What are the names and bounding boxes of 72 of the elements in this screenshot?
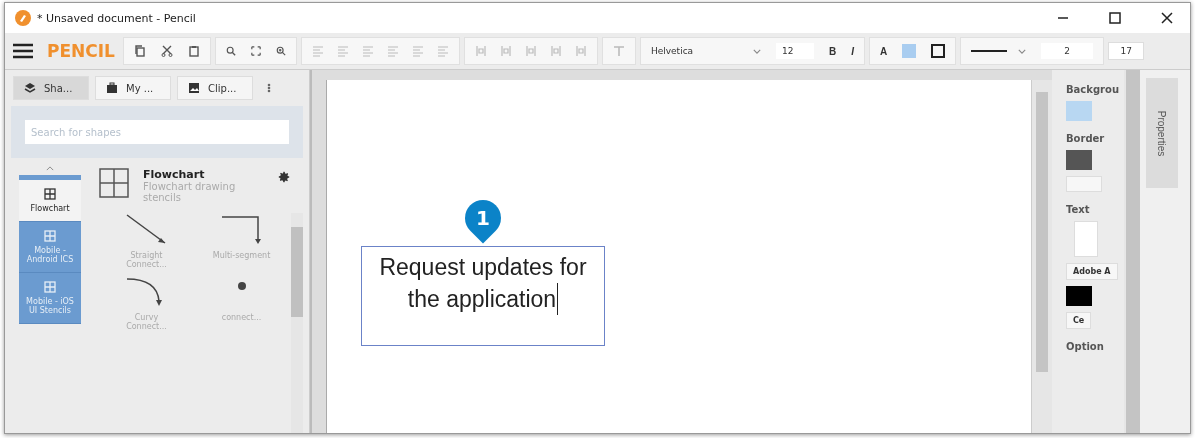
- border-label: Border: [1066, 133, 1105, 144]
- align-icon[interactable]: [411, 45, 424, 57]
- stroke-width-field[interactable]: 2: [1041, 43, 1094, 59]
- panel-tab[interactable]: My ...: [95, 76, 171, 100]
- text-box[interactable]: Request updates for the application: [361, 246, 605, 346]
- pencil-logo-icon: [15, 10, 31, 26]
- bold-button[interactable]: B: [828, 45, 837, 57]
- zoom-in-icon[interactable]: [275, 46, 286, 56]
- scrollbar[interactable]: [1031, 80, 1052, 433]
- collection-title: Flowchart: [143, 168, 206, 181]
- align-button[interactable]: Ce: [1066, 312, 1092, 329]
- text-label: Text: [1066, 204, 1090, 215]
- border-color-swatch[interactable]: [1066, 150, 1092, 170]
- window-title: * Unsaved document - Pencil: [37, 11, 196, 25]
- paste-icon[interactable]: [187, 45, 200, 57]
- close-icon: [1161, 12, 1173, 24]
- more-icon[interactable]: [267, 83, 271, 93]
- font-dropdown[interactable]: Helvetica: [650, 46, 761, 56]
- align-icon[interactable]: [436, 45, 449, 57]
- background-label: Backgrou: [1066, 84, 1120, 95]
- panel-tab[interactable]: Clip...: [177, 76, 253, 100]
- category-item[interactable]: Flowchart: [19, 180, 81, 222]
- chevron-down-icon: [1018, 48, 1027, 54]
- border-style-dropdown[interactable]: [1066, 176, 1102, 192]
- text-format-icon[interactable]: [612, 45, 625, 57]
- menu-icon[interactable]: [13, 43, 33, 59]
- chevron-down-icon: [752, 48, 761, 54]
- panel-tab[interactable]: Sha...: [13, 76, 89, 100]
- settings-icon[interactable]: [277, 170, 291, 184]
- italic-button[interactable]: I: [851, 45, 854, 57]
- grid-icon: [99, 168, 129, 198]
- distribute-icon[interactable]: [574, 45, 587, 57]
- fill-color-swatch[interactable]: [902, 44, 917, 58]
- grid-icon: [44, 230, 56, 242]
- fit-icon[interactable]: [250, 46, 261, 56]
- align-icon[interactable]: [386, 45, 399, 57]
- scrollbar[interactable]: [291, 213, 303, 433]
- line-icon: [971, 49, 1008, 53]
- line-style-dropdown[interactable]: [971, 48, 1027, 54]
- scrollbar[interactable]: [1124, 70, 1140, 433]
- distribute-icon[interactable]: [499, 45, 512, 57]
- options-label: Option: [1066, 341, 1104, 352]
- zoom-out-icon[interactable]: [225, 46, 236, 56]
- scroll-up-icon[interactable]: [46, 166, 54, 171]
- border-icon[interactable]: [931, 44, 946, 58]
- maximize-icon: [1109, 12, 1121, 24]
- font-size-field[interactable]: 12: [775, 43, 814, 59]
- copy-icon[interactable]: [133, 45, 146, 57]
- distribute-icon[interactable]: [474, 45, 487, 57]
- font-button[interactable]: Adobe A: [1066, 263, 1118, 280]
- align-icon[interactable]: [361, 45, 374, 57]
- cut-icon[interactable]: [160, 45, 173, 57]
- background-color-swatch[interactable]: [1066, 101, 1092, 121]
- dot-icon: [236, 281, 247, 291]
- image-icon: [188, 82, 200, 94]
- grid-icon: [44, 188, 56, 200]
- value-field[interactable]: 17: [1108, 42, 1145, 60]
- text-align-control[interactable]: [1074, 221, 1098, 257]
- collection-description: Flowchart drawing stencils: [143, 181, 237, 203]
- app-logo: PENCIL: [47, 41, 115, 61]
- properties-tab[interactable]: Properties: [1146, 78, 1178, 188]
- layers-icon: [24, 82, 36, 94]
- briefcase-icon: [106, 82, 118, 94]
- grid-icon: [44, 281, 56, 293]
- align-icon[interactable]: [336, 45, 349, 57]
- distribute-icon[interactable]: [549, 45, 562, 57]
- distribute-icon[interactable]: [524, 45, 537, 57]
- text-color-swatch[interactable]: [1066, 286, 1092, 306]
- text-color-button[interactable]: A: [879, 45, 888, 57]
- search-field[interactable]: Search for shapes: [25, 120, 289, 144]
- drawing-canvas[interactable]: 1 Request updates for the application: [326, 80, 1031, 433]
- align-icon[interactable]: [311, 45, 324, 57]
